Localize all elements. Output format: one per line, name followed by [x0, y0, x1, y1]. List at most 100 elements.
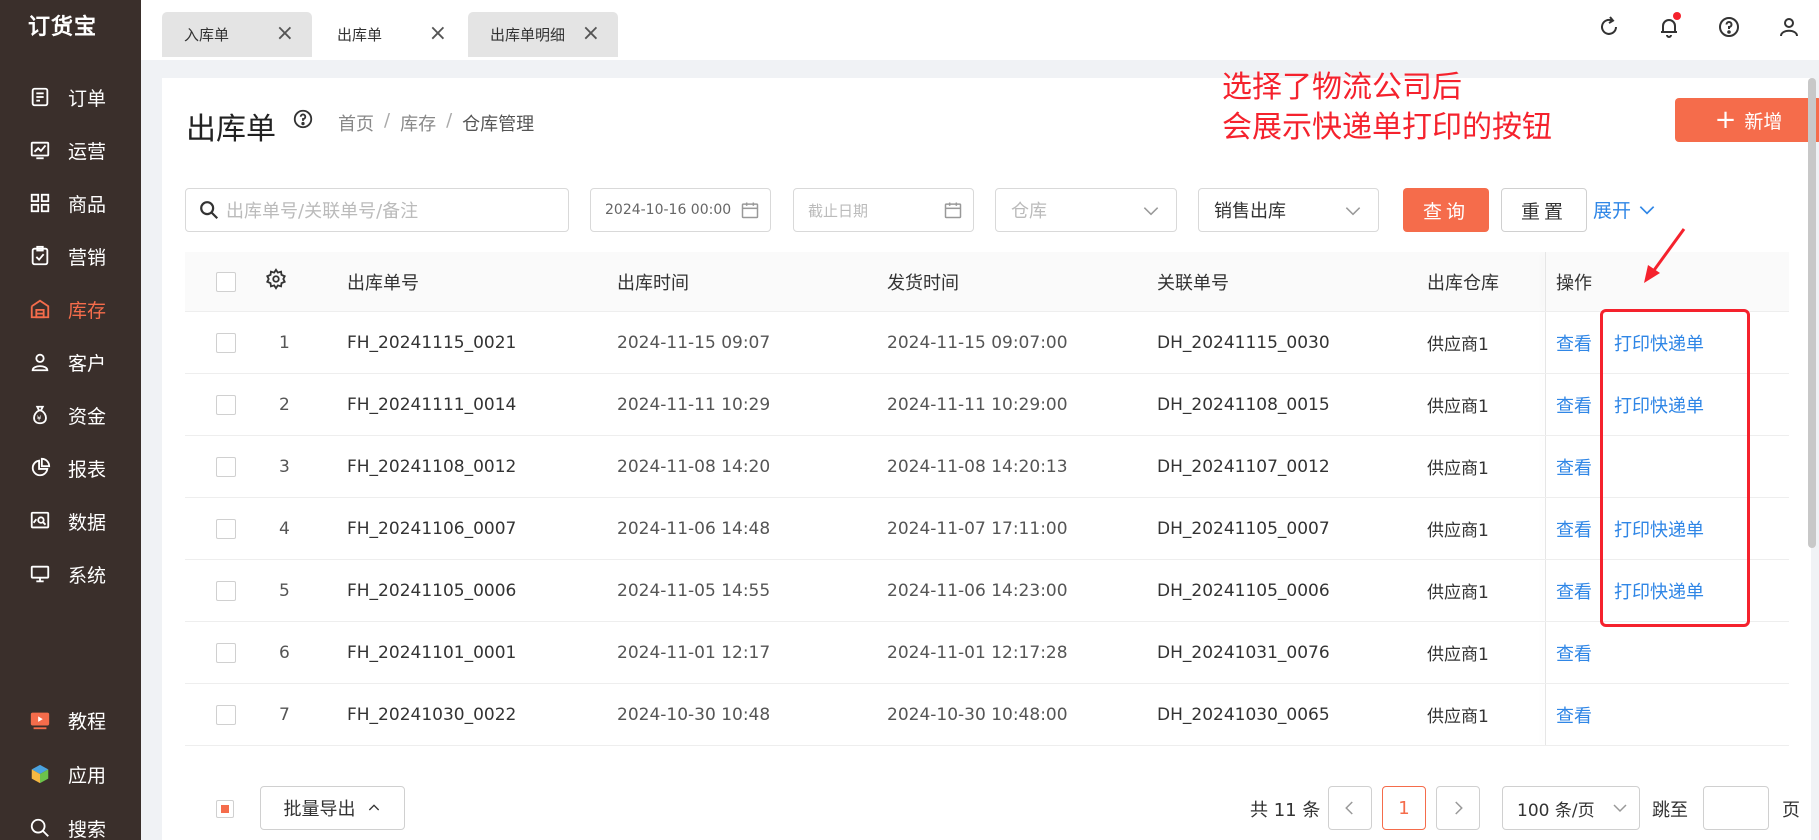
row-checkbox[interactable]: [216, 332, 236, 353]
query-button[interactable]: 查询: [1403, 188, 1489, 232]
question-icon[interactable]: [292, 108, 314, 134]
search-icon: [28, 816, 52, 840]
reset-button[interactable]: 重置: [1501, 188, 1587, 232]
outbound-no: FH_20241030_0022: [347, 704, 517, 725]
warehouse-select[interactable]: 仓库: [995, 188, 1177, 232]
outbound-type-select[interactable]: 销售出库: [1198, 188, 1379, 232]
annotation-line: 选择了物流公司后: [1222, 70, 1462, 105]
row-checkbox[interactable]: [216, 642, 236, 663]
prev-page-button[interactable]: [1328, 786, 1372, 830]
refresh-button[interactable]: [1579, 12, 1639, 42]
sidebar-item-tutorial[interactable]: 教程: [0, 700, 141, 740]
ops-column-divider: [1545, 374, 1546, 435]
tab-label: 出库单明细: [490, 26, 566, 44]
ops-column-divider: [1545, 252, 1546, 311]
plus-icon: +: [1714, 105, 1737, 135]
row-checkbox[interactable]: [216, 456, 236, 477]
sidebar-item-apps[interactable]: 应用: [0, 754, 141, 794]
add-button[interactable]: + 新增: [1675, 98, 1819, 142]
ship-time: 2024-11-01 12:17:28: [887, 642, 1068, 663]
select-all-checkbox[interactable]: [216, 271, 236, 292]
table-row: 5 FH_20241105_0006 2024-11-05 14:55 2024-11…: [185, 560, 1789, 622]
notification-button[interactable]: [1639, 12, 1699, 42]
row-index: 3: [279, 456, 290, 477]
next-page-button[interactable]: [1436, 786, 1480, 830]
annotation-note: 选择了物流公司后 会展示快递单打印的按钮: [1222, 68, 1552, 148]
sidebar-item-inventory[interactable]: 库存: [0, 289, 141, 329]
jump-page-input[interactable]: [1703, 786, 1769, 830]
outbound-type-value: 销售出库: [1214, 201, 1286, 222]
sidebar-item-label: 系统: [68, 564, 107, 587]
calendar-icon: [943, 200, 963, 224]
account-button[interactable]: [1759, 12, 1819, 42]
row-index: 5: [279, 580, 290, 601]
chevron-right-icon: [1455, 801, 1463, 815]
row-checkbox[interactable]: [216, 394, 236, 415]
sidebar-item-customer[interactable]: 客户: [0, 342, 141, 382]
tab-inbound[interactable]: 入库单 ×: [162, 12, 312, 57]
sidebar-item-report[interactable]: 报表: [0, 448, 141, 488]
header-ship-time: 发货时间: [887, 272, 959, 294]
sidebar-item-label: 客户: [68, 352, 107, 375]
tab-outbound-detail[interactable]: 出库单明细 ×: [468, 12, 618, 57]
search-input[interactable]: 出库单号/关联单号/备注: [185, 188, 569, 232]
outbound-no: FH_20241108_0012: [347, 456, 517, 477]
page-button-current[interactable]: 1: [1382, 786, 1426, 830]
sidebar-item-data[interactable]: 数据: [0, 501, 141, 541]
calendar-icon: [740, 200, 760, 224]
page-size-select[interactable]: 100 条/页: [1502, 786, 1640, 830]
close-icon[interactable]: ×: [582, 23, 600, 45]
warehouse-placeholder: 仓库: [1011, 201, 1047, 222]
row-checkbox[interactable]: [216, 704, 236, 725]
tab-outbound[interactable]: 出库单 ×: [315, 12, 465, 57]
sidebar-item-order[interactable]: 订单: [0, 77, 141, 117]
row-checkbox[interactable]: [216, 580, 236, 601]
close-icon[interactable]: ×: [429, 23, 447, 45]
related-no: DH_20241030_0065: [1157, 704, 1330, 725]
vertical-scrollbar[interactable]: [1808, 78, 1816, 548]
tab-label: 出库单: [337, 26, 383, 44]
batch-export-label: 批量导出: [283, 799, 356, 820]
gear-icon[interactable]: [265, 268, 287, 295]
view-link[interactable]: 查看: [1556, 640, 1592, 666]
end-date-input[interactable]: 截止日期: [793, 188, 974, 232]
sidebar-item-system[interactable]: 系统: [0, 554, 141, 594]
batch-export-button[interactable]: 批量导出: [260, 786, 405, 830]
view-link[interactable]: 查看: [1556, 702, 1592, 728]
sidebar-item-search[interactable]: 搜索: [0, 808, 141, 840]
search-icon: [198, 199, 220, 226]
table-header: 出库单号 出库时间 发货时间 关联单号 出库仓库 操作: [185, 252, 1789, 312]
sidebar-item-product[interactable]: 商品: [0, 183, 141, 223]
footer-select-checkbox[interactable]: [216, 800, 234, 818]
total-count: 共 11 条: [1250, 800, 1321, 821]
chevron-down-icon: [1141, 201, 1161, 226]
warehouse-icon: [28, 297, 52, 321]
related-no: DH_20241107_0012: [1157, 456, 1330, 477]
view-link[interactable]: 查看: [1556, 330, 1592, 356]
close-icon[interactable]: ×: [276, 23, 294, 45]
row-checkbox[interactable]: [216, 518, 236, 539]
view-link[interactable]: 查看: [1556, 392, 1592, 418]
out-time: 2024-11-06 14:48: [617, 518, 771, 539]
sidebar-item-funds[interactable]: ¥ 资金: [0, 395, 141, 435]
ops-column-divider: [1545, 436, 1546, 497]
warehouse-name: 供应商1: [1427, 459, 1489, 479]
view-link[interactable]: 查看: [1556, 454, 1592, 480]
help-button[interactable]: [1699, 12, 1759, 42]
ship-time: 2024-11-08 14:20:13: [887, 456, 1068, 477]
view-link[interactable]: 查看: [1556, 516, 1592, 542]
breadcrumb-separator: /: [446, 110, 453, 131]
sidebar-item-operation[interactable]: 运营: [0, 130, 141, 170]
sidebar-item-marketing[interactable]: 营销: [0, 236, 141, 276]
out-time: 2024-11-08 14:20: [617, 456, 771, 477]
breadcrumb-inventory[interactable]: 库存: [400, 110, 436, 136]
breadcrumb-separator: /: [384, 110, 391, 131]
row-index: 6: [279, 642, 290, 663]
svg-text:¥: ¥: [37, 414, 42, 423]
header-warehouse: 出库仓库: [1427, 272, 1499, 294]
view-link[interactable]: 查看: [1556, 578, 1592, 604]
breadcrumb-home[interactable]: 首页: [338, 110, 374, 136]
start-date-input[interactable]: 2024-10-16 00:00: [590, 188, 771, 232]
add-button-label: 新增: [1744, 110, 1783, 133]
expand-filters-link[interactable]: 展开: [1593, 196, 1657, 223]
